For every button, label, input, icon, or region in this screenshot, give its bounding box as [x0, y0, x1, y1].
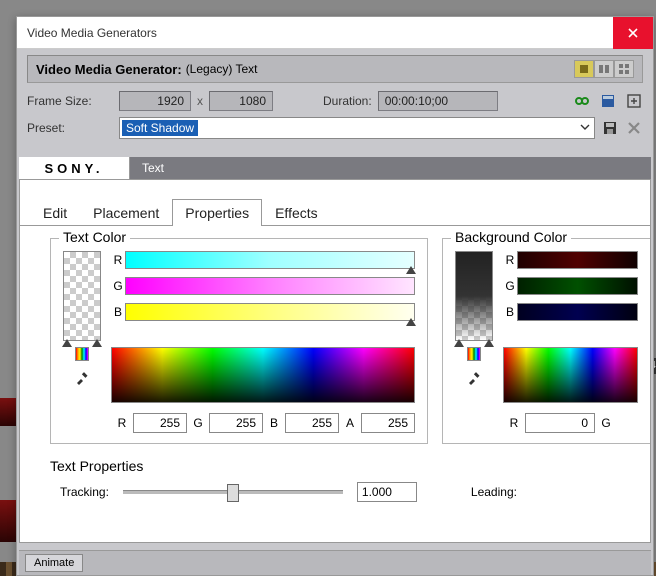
bg-r-input[interactable] [525, 413, 595, 433]
color-mode-icon[interactable] [75, 347, 89, 361]
triangle-icon [406, 263, 416, 277]
triangle-icon [62, 336, 72, 350]
eyedropper-icon[interactable] [75, 371, 89, 385]
tracking-value-input[interactable] [357, 482, 417, 502]
bg-g-label: G [599, 416, 613, 430]
bg-channel-b: B [503, 305, 517, 319]
media-generators-window: Video Media Generators Video Media Gener… [16, 16, 654, 576]
preset-select[interactable]: Soft Shadow [119, 117, 595, 139]
leading-label: Leading: [471, 485, 517, 499]
close-icon [628, 28, 638, 38]
text-r-input[interactable] [133, 413, 187, 433]
bg-g-slider[interactable] [517, 277, 638, 295]
delete-preset-icon[interactable] [625, 119, 643, 137]
frame-height-input[interactable] [209, 91, 273, 111]
subtabs: Edit Placement Properties Effects [20, 198, 650, 226]
text-b-input[interactable] [285, 413, 339, 433]
window-title: Video Media Generators [27, 26, 157, 40]
text-a-input[interactable] [361, 413, 415, 433]
tab-edit[interactable]: Edit [30, 199, 80, 226]
generator-name: (Legacy) Text [186, 62, 258, 76]
preset-label: Preset: [27, 121, 113, 135]
frame-sep: x [197, 94, 203, 108]
color-mode-icon[interactable] [467, 347, 481, 361]
view-split-button[interactable] [594, 60, 614, 78]
text-g-slider[interactable] [125, 277, 415, 295]
animate-button[interactable]: Animate [25, 554, 83, 572]
sony-brand-tab[interactable]: SONY. [19, 157, 129, 179]
bg-color-swatch[interactable] [455, 251, 493, 341]
tab-effects[interactable]: Effects [262, 199, 331, 226]
titlebar: Video Media Generators [17, 17, 653, 49]
triangle-icon [92, 336, 102, 350]
r-label: R [115, 416, 129, 430]
top-tab-text[interactable]: Text [129, 157, 176, 179]
channel-label-g: G [111, 279, 125, 293]
frame-size-label: Frame Size: [27, 94, 113, 108]
preset-value: Soft Shadow [122, 120, 198, 136]
slider-thumb[interactable] [227, 484, 239, 502]
tracking-slider[interactable] [123, 490, 343, 494]
view-grid-button[interactable] [614, 60, 634, 78]
a-label: A [343, 416, 357, 430]
text-color-gradient[interactable] [111, 347, 415, 403]
tracking-label: Tracking: [60, 485, 109, 499]
tab-properties[interactable]: Properties [172, 199, 262, 226]
view-toggles [574, 60, 634, 78]
frame-width-input[interactable] [119, 91, 191, 111]
bg-color-group: Background Color R G B [442, 238, 650, 444]
toolbar: Video Media Generator: (Legacy) Text Fra… [17, 49, 653, 155]
close-button[interactable] [613, 17, 653, 49]
chevron-down-icon [580, 121, 590, 135]
bg-b-slider[interactable] [517, 303, 638, 321]
channel-label-b: B [111, 305, 125, 319]
plugin-tabstrip: SONY. Text [19, 157, 651, 179]
view-single-button[interactable] [574, 60, 594, 78]
bg-channel-g: G [503, 279, 517, 293]
text-color-group: Text Color R G B [50, 238, 428, 444]
text-b-slider[interactable] [125, 303, 415, 321]
generator-label: Video Media Generator: [36, 62, 182, 77]
tab-placement[interactable]: Placement [80, 199, 172, 226]
triangle-icon [484, 336, 494, 350]
text-properties-title: Text Properties [50, 458, 650, 474]
text-r-slider[interactable] [125, 251, 415, 269]
bg-r-slider[interactable] [517, 251, 638, 269]
text-rgb-sliders: R G B [111, 251, 415, 341]
link-toggle-icon[interactable] [573, 92, 591, 110]
replace-icon[interactable] [625, 92, 643, 110]
b-label: B [267, 416, 281, 430]
bg-color-title: Background Color [451, 229, 571, 245]
animate-bar: Animate [19, 550, 651, 575]
g-label: G [191, 416, 205, 430]
plugin-panel: Edit Placement Properties Effects Text C… [19, 179, 651, 543]
duration-label: Duration: [323, 94, 372, 108]
eyedropper-icon[interactable] [467, 371, 481, 385]
triangle-icon [454, 336, 464, 350]
text-color-swatch[interactable] [63, 251, 101, 341]
bg-r-label: R [507, 416, 521, 430]
bg-channel-r: R [503, 253, 517, 267]
bg-color-gradient[interactable] [503, 347, 638, 403]
save-preset-icon[interactable] [601, 119, 619, 137]
channel-label-r: R [111, 253, 125, 267]
text-g-input[interactable] [209, 413, 263, 433]
duration-input[interactable] [378, 91, 498, 111]
bg-rgb-sliders: R G B [503, 251, 638, 341]
properties-icon[interactable] [599, 92, 617, 110]
text-color-title: Text Color [59, 229, 130, 245]
generator-row: Video Media Generator: (Legacy) Text [27, 55, 643, 83]
triangle-icon [406, 315, 416, 329]
